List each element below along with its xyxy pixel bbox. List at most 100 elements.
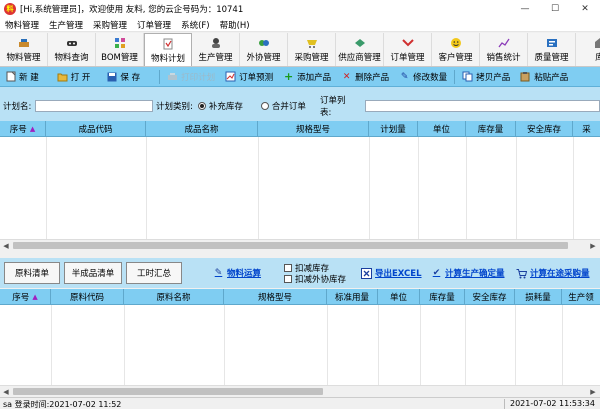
column-header-loss[interactable]: 损耗量 — [515, 289, 562, 305]
order-forecast-label: 订单预测 — [239, 72, 274, 83]
new-button[interactable]: 新 建 — [0, 68, 44, 86]
plus-icon: + — [284, 70, 294, 83]
checkbox-box — [284, 264, 292, 272]
grid-column-line — [327, 305, 328, 385]
outsource-icon — [258, 37, 270, 49]
column-header-text: 采 — [582, 125, 591, 135]
menu-help[interactable]: 帮助(H) — [215, 19, 255, 31]
print-plan-button[interactable]: 打印计划 — [162, 68, 220, 86]
column-header-safety-stock[interactable]: 安全库存 — [465, 289, 515, 305]
module-outsource[interactable]: 外协管理 — [240, 33, 288, 66]
column-header-stock[interactable]: 库存量 — [466, 121, 516, 137]
copy-product-button[interactable]: 拷贝产品 — [457, 68, 515, 86]
column-header-stock[interactable]: 库存量 — [420, 289, 465, 305]
module-purchase[interactable]: 采购管理 — [288, 33, 336, 66]
column-header-text: 成品代码 — [78, 125, 113, 135]
column-header-purchase[interactable]: 采 — [573, 121, 600, 137]
module-warehouse[interactable]: 库 — [576, 33, 600, 66]
maximize-button[interactable]: ☐ — [540, 0, 570, 18]
menu-order[interactable]: 订单管理 — [132, 19, 176, 31]
grid-column-line — [258, 137, 259, 239]
column-header-text: 序号 — [9, 125, 27, 135]
material-grid-hscroll[interactable]: ◀ ▶ — [0, 385, 600, 396]
module-label: 外协管理 — [246, 53, 281, 63]
column-header-serial[interactable]: 序号 ▲ — [0, 121, 46, 137]
product-grid-body[interactable] — [0, 137, 600, 239]
semi-product-list-button[interactable]: 半成品清单 — [64, 262, 122, 284]
material-icon — [18, 37, 30, 49]
plan-name-input[interactable] — [35, 100, 154, 112]
module-quality[interactable]: 质量管理 — [528, 33, 576, 66]
export-excel-link[interactable]: 导出EXCEL — [361, 267, 422, 279]
column-header-unit[interactable]: 单位 — [378, 289, 420, 305]
module-material-query[interactable]: 物料查询 — [48, 33, 96, 66]
radio-merge-orders[interactable] — [260, 102, 269, 110]
module-supplier[interactable]: 供应商管理 — [336, 33, 384, 66]
scroll-thumb[interactable] — [13, 388, 323, 395]
grid-column-line — [515, 305, 516, 385]
column-header-product-name[interactable]: 成品名称 — [146, 121, 258, 137]
minimize-button[interactable]: — — [510, 0, 540, 18]
sales-chart-icon — [497, 37, 510, 49]
module-order[interactable]: 订单管理 — [384, 33, 432, 66]
column-header-spec[interactable]: 规格型号 — [224, 289, 327, 305]
delete-product-label: 删除产品 — [355, 72, 390, 83]
deduct-outsource-checkbox[interactable]: 扣减外协库存 — [284, 273, 346, 285]
column-header-serial[interactable]: 序号 ▲ — [0, 289, 51, 305]
column-header-production-pick[interactable]: 生产领 — [562, 289, 600, 305]
column-header-spec[interactable]: 规格型号 — [258, 121, 369, 137]
scroll-left-icon[interactable]: ◀ — [1, 387, 11, 396]
scroll-right-icon[interactable]: ▶ — [588, 387, 598, 396]
radio-restock[interactable] — [197, 102, 206, 110]
module-material-plan[interactable]: 物料计划 — [144, 33, 192, 66]
calculate-transit-link[interactable]: 计算在途采购量 — [516, 267, 590, 279]
add-product-label: 添加产品 — [297, 72, 332, 83]
calculate-materials-link[interactable]: ✎ 物料运算 — [213, 267, 261, 279]
column-header-text: 库存量 — [477, 125, 504, 135]
login-status: sa 登录时间:2021-07-02 11:52 — [3, 400, 122, 409]
scroll-left-icon[interactable]: ◀ — [1, 241, 11, 250]
grid-column-line — [146, 137, 147, 239]
close-button[interactable]: ✕ — [570, 0, 600, 18]
scroll-thumb[interactable] — [13, 242, 568, 249]
delete-product-button[interactable]: ✕ 删除产品 — [336, 68, 394, 86]
pencil-icon: ✎ — [214, 268, 223, 278]
module-customer[interactable]: 客户管理 — [432, 33, 480, 66]
column-header-material-code[interactable]: 原料代码 — [51, 289, 124, 305]
paste-product-button[interactable]: 粘贴产品 — [515, 68, 573, 86]
module-label: 采购管理 — [294, 53, 329, 63]
module-material[interactable]: 物料管理 — [0, 33, 48, 66]
module-sales-stats[interactable]: 销售统计 — [480, 33, 528, 66]
work-hours-summary-button[interactable]: 工时汇总 — [126, 262, 182, 284]
calculate-production-link[interactable]: ✔ 计算生产确定量 — [431, 267, 505, 279]
column-header-text: 原料名称 — [156, 293, 191, 303]
edit-quantity-label: 修改数量 — [413, 72, 448, 83]
menu-system[interactable]: 系统(F) — [176, 19, 215, 31]
material-grid-body[interactable] — [0, 305, 600, 385]
module-label: 质量管理 — [534, 53, 569, 63]
menu-material[interactable]: 物料管理 — [0, 19, 44, 31]
module-production[interactable]: 生产管理 — [192, 33, 240, 66]
window-title: [Hi,系统管理员]，欢迎使用 友料, 您的云企号码为：10741 — [20, 5, 244, 15]
column-header-standard-usage[interactable]: 标准用量 — [327, 289, 378, 305]
menu-production[interactable]: 生产管理 — [44, 19, 88, 31]
column-header-product-code[interactable]: 成品代码 — [46, 121, 146, 137]
order-forecast-button[interactable]: 订单预测 — [220, 68, 278, 86]
order-list-input[interactable] — [364, 100, 600, 112]
menu-purchase[interactable]: 采购管理 — [88, 19, 132, 31]
column-header-safety-stock[interactable]: 安全库存 — [516, 121, 573, 137]
scroll-right-icon[interactable]: ▶ — [588, 241, 598, 250]
product-grid-hscroll[interactable]: ◀ ▶ — [0, 239, 600, 250]
column-header-material-name[interactable]: 原料名称 — [124, 289, 224, 305]
edit-quantity-button[interactable]: ✎ 修改数量 — [394, 68, 452, 86]
radio-merge-orders-label: 合并订单 — [271, 102, 306, 112]
module-bom[interactable]: BOM管理 — [96, 33, 144, 66]
column-header-plan-qty[interactable]: 计划量 — [369, 121, 418, 137]
grid-column-line — [369, 137, 370, 239]
column-header-unit[interactable]: 单位 — [418, 121, 466, 137]
open-button[interactable]: 打 开 — [52, 68, 96, 86]
plan-icon — [162, 38, 174, 50]
material-list-button[interactable]: 原料清单 — [4, 262, 60, 284]
save-button[interactable]: 保 存 — [101, 68, 145, 86]
add-product-button[interactable]: + 添加产品 — [278, 68, 336, 86]
